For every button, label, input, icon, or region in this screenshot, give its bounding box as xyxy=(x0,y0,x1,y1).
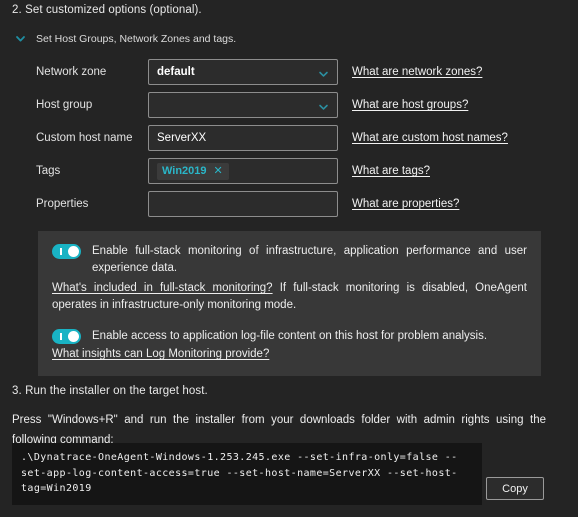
help-link-host-groups[interactable]: What are host groups? xyxy=(352,99,468,111)
label-tags: Tags xyxy=(36,165,61,177)
toggle-on-marker xyxy=(60,333,62,340)
copy-button[interactable]: Copy xyxy=(486,477,544,500)
help-link-network-zones[interactable]: What are network zones? xyxy=(352,66,482,78)
panel-spacer xyxy=(52,314,527,328)
form-row-custom-host-name: Custom host name ServerXX What are custo… xyxy=(36,124,556,152)
custom-host-name-input[interactable]: ServerXX xyxy=(148,125,338,151)
close-icon[interactable]: ✕ xyxy=(214,165,223,177)
host-group-select[interactable] xyxy=(148,92,338,118)
label-host-group: Host group xyxy=(36,99,93,111)
toggle-knob xyxy=(68,246,79,257)
step-2-title: 2. Set customized options (optional). xyxy=(12,4,202,16)
fullstack-monitoring-row: Enable full-stack monitoring of infrastr… xyxy=(52,243,527,277)
fullstack-monitoring-description: What's included in full-stack monitoring… xyxy=(52,280,527,314)
help-link-log-monitoring[interactable]: What insights can Log Monitoring provide… xyxy=(52,346,527,363)
toggle-on-marker xyxy=(60,248,62,255)
form-row-host-group: Host group What are host groups? xyxy=(36,91,556,119)
tags-input[interactable]: Win2019 ✕ xyxy=(148,158,338,184)
label-custom-host-name: Custom host name xyxy=(36,132,133,144)
network-zone-value: default xyxy=(157,66,195,78)
tag-chip-label: Win2019 xyxy=(162,165,207,177)
form-row-properties: Properties What are properties? xyxy=(36,190,556,218)
help-link-fullstack-included[interactable]: What's included in full-stack monitoring… xyxy=(52,282,273,294)
properties-input[interactable] xyxy=(148,191,338,217)
fullstack-monitoring-toggle[interactable] xyxy=(52,244,81,259)
form-row-network-zone: Network zone default What are network zo… xyxy=(36,58,556,86)
install-command-text: .\Dynatrace-OneAgent-Windows-1.253.245.e… xyxy=(21,452,458,494)
help-link-custom-host-names[interactable]: What are custom host names? xyxy=(352,132,508,144)
form-row-tags: Tags Win2019 ✕ What are tags? xyxy=(36,157,556,185)
network-zone-select[interactable]: default xyxy=(148,59,338,85)
oneagent-install-wizard: 2. Set customized options (optional). Se… xyxy=(0,0,578,517)
label-network-zone: Network zone xyxy=(36,66,107,78)
help-link-properties[interactable]: What are properties? xyxy=(352,198,459,210)
chevron-down-icon[interactable] xyxy=(318,67,329,78)
fullstack-monitoring-label: Enable full-stack monitoring of infrastr… xyxy=(92,245,527,274)
toggle-knob xyxy=(68,331,79,342)
chevron-down-icon[interactable] xyxy=(318,100,329,111)
monitoring-options-panel: Enable full-stack monitoring of infrastr… xyxy=(38,231,541,376)
custom-host-name-value: ServerXX xyxy=(157,132,207,144)
label-properties: Properties xyxy=(36,198,89,210)
chevron-down-icon[interactable] xyxy=(14,32,27,45)
collapsible-section-label: Set Host Groups, Network Zones and tags. xyxy=(36,32,237,45)
log-monitoring-label: Enable access to application log-file co… xyxy=(92,330,488,342)
step-3-title: 3. Run the installer on the target host. xyxy=(12,385,208,397)
collapsible-section-header[interactable]: Set Host Groups, Network Zones and tags. xyxy=(14,32,236,45)
tag-chip[interactable]: Win2019 ✕ xyxy=(157,162,229,180)
customized-options-form: Network zone default What are network zo… xyxy=(36,58,556,223)
install-command-box[interactable]: .\Dynatrace-OneAgent-Windows-1.253.245.e… xyxy=(12,443,482,505)
help-link-tags[interactable]: What are tags? xyxy=(352,165,430,177)
log-monitoring-toggle[interactable] xyxy=(52,329,81,344)
log-monitoring-row: Enable access to application log-file co… xyxy=(52,328,527,345)
